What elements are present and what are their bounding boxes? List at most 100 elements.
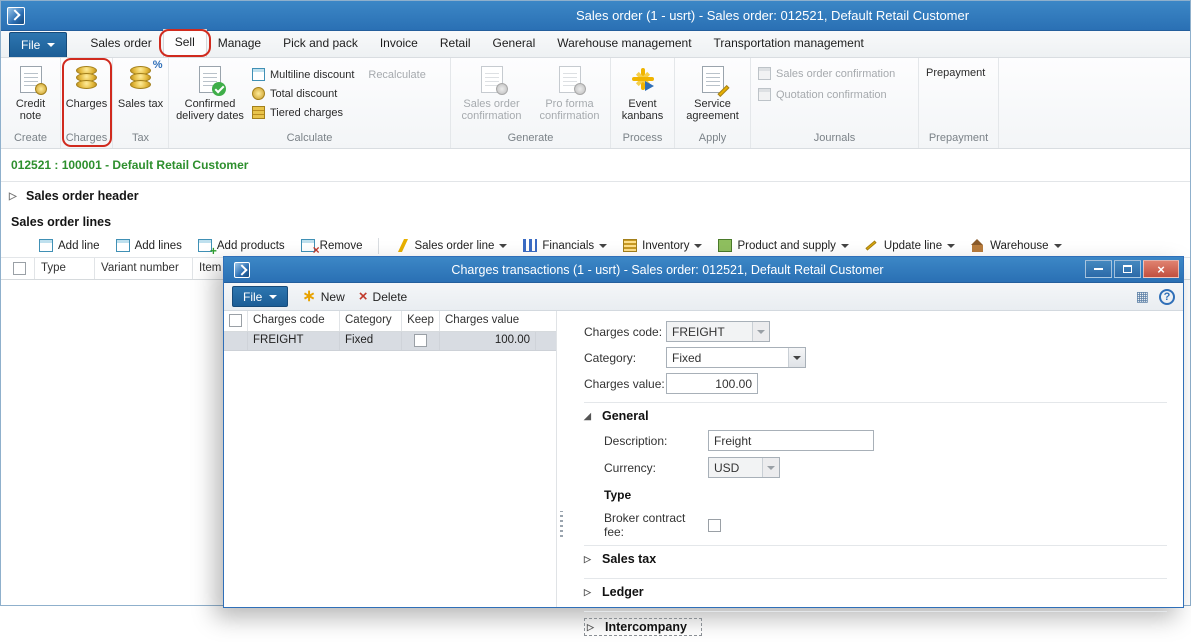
sales-order-line-menu[interactable]: Sales order line	[395, 239, 507, 252]
confirmed-delivery-dates-button[interactable]: Confirmed delivery dates	[172, 61, 248, 122]
expand-icon[interactable]: ▷	[587, 622, 598, 633]
column-category[interactable]: Category	[340, 311, 402, 331]
select-all-checkbox[interactable]	[13, 262, 26, 275]
event-kanbans-label: Event kanbans	[614, 98, 671, 122]
tab-sell[interactable]: Sell	[163, 29, 207, 57]
chevron-down-icon	[841, 244, 849, 252]
financials-icon	[523, 239, 537, 252]
charges-code-combo[interactable]: FREIGHT	[666, 321, 770, 342]
charges-code-value: FREIGHT	[667, 322, 752, 341]
expand-icon[interactable]: ▷	[9, 191, 19, 202]
ribbon-group-tax: % Sales tax Tax	[113, 58, 169, 148]
recalculate-button[interactable]: Recalculate	[368, 69, 425, 81]
product-and-supply-menu[interactable]: Product and supply	[718, 239, 848, 252]
new-button[interactable]: ∗ New	[302, 290, 344, 304]
expand-icon[interactable]: ▷	[584, 554, 595, 565]
update-line-menu[interactable]: Update line	[865, 239, 955, 252]
inventory-menu[interactable]: Inventory	[623, 239, 702, 252]
tab-invoice[interactable]: Invoice	[369, 31, 429, 57]
pro-forma-confirmation-button[interactable]: Pro forma confirmation	[534, 61, 606, 122]
collapse-icon[interactable]: ◢	[584, 411, 595, 422]
service-agreement-button[interactable]: Service agreement	[680, 61, 746, 122]
grid-select-all-checkbox[interactable]	[229, 314, 242, 327]
expand-icon[interactable]: ▷	[584, 587, 595, 598]
add-lines-button[interactable]: Add lines	[116, 239, 182, 252]
help-icon[interactable]: ?	[1159, 289, 1175, 305]
broker-contract-fee-checkbox[interactable]	[708, 519, 721, 532]
add-line-label: Add line	[58, 240, 100, 252]
charges-grid-row[interactable]: FREIGHT Fixed 100.00	[224, 332, 556, 351]
add-lines-icon	[116, 239, 130, 252]
ribbon-group-process: Event kanbans Process	[611, 58, 675, 148]
charges-value-input[interactable]: 100.00	[666, 373, 758, 394]
intercompany-section-title: Intercompany	[605, 620, 687, 634]
description-input[interactable]: Freight	[708, 430, 874, 451]
column-charges-code[interactable]: Charges code	[248, 311, 340, 331]
category-dropdown-button[interactable]	[788, 348, 805, 367]
section-intercompany[interactable]: ▷ Intercompany	[584, 611, 1167, 642]
tab-general[interactable]: General	[482, 31, 547, 57]
charges-coins-icon	[74, 65, 100, 93]
file-menu-button[interactable]: File	[9, 32, 67, 57]
section-sales-tax[interactable]: ▷ Sales tax	[584, 545, 1167, 572]
category-combo[interactable]: Fixed	[666, 347, 806, 368]
keep-checkbox[interactable]	[414, 334, 427, 347]
add-line-button[interactable]: Add line	[39, 239, 100, 252]
financials-menu[interactable]: Financials	[523, 239, 607, 252]
tab-manage[interactable]: Manage	[207, 31, 272, 57]
sales-order-confirmation-button[interactable]: Sales order confirmation	[456, 61, 528, 122]
dialog-title: Charges transactions (1 - usrt) - Sales …	[256, 263, 1079, 277]
charges-code-dropdown-button[interactable]	[752, 322, 769, 341]
section-ledger[interactable]: ▷ Ledger	[584, 578, 1167, 605]
ribbon-group-generate: Sales order confirmation Pro forma confi…	[451, 58, 611, 148]
category-value: Fixed	[667, 348, 788, 367]
multiline-discount-button[interactable]: Multiline discount	[252, 68, 354, 81]
ribbon-group-charges: Charges Charges	[61, 58, 113, 148]
delete-button[interactable]: × Delete	[359, 290, 407, 304]
tab-retail[interactable]: Retail	[429, 31, 482, 57]
layout-icon[interactable]: ▦	[1136, 288, 1149, 305]
column-keep[interactable]: Keep	[402, 311, 440, 331]
chevron-down-icon	[767, 466, 775, 474]
tiered-charges-button[interactable]: Tiered charges	[252, 106, 426, 119]
group-caption-create: Create	[1, 131, 60, 148]
section-general-header[interactable]: ◢ General	[584, 409, 1167, 423]
tab-warehouse-management[interactable]: Warehouse management	[546, 31, 702, 57]
sales-order-header-section[interactable]: ▷ Sales order header	[1, 184, 1190, 208]
chevron-down-icon	[757, 330, 765, 338]
dialog-file-menu-button[interactable]: File	[232, 286, 288, 307]
journal-sales-order-confirmation-button[interactable]: Sales order confirmation	[758, 67, 895, 80]
warehouse-menu[interactable]: Warehouse	[971, 239, 1061, 252]
credit-note-button[interactable]: Credit note	[4, 61, 57, 122]
currency-combo[interactable]: USD	[708, 457, 780, 478]
charges-button[interactable]: Charges	[64, 61, 109, 110]
charges-grid: Charges code Category Keep Charges value…	[224, 311, 556, 607]
sales-order-line-icon	[395, 239, 409, 252]
event-kanbans-button[interactable]: Event kanbans	[614, 61, 671, 122]
warehouse-icon	[971, 239, 985, 252]
pane-splitter[interactable]	[556, 311, 566, 607]
close-button[interactable]: ×	[1143, 260, 1179, 278]
add-products-button[interactable]: + Add products	[198, 239, 285, 252]
minimize-button[interactable]	[1085, 260, 1112, 278]
journal-quotation-confirmation-button[interactable]: Quotation confirmation	[758, 88, 895, 101]
credit-note-label: Credit note	[4, 98, 57, 122]
tab-transportation-management[interactable]: Transportation management	[703, 31, 875, 57]
remove-button[interactable]: × Remove	[301, 239, 363, 252]
ribbon: Credit note Create Charges Charges % Sal…	[1, 58, 1190, 149]
prepayment-button[interactable]: Prepayment	[926, 67, 985, 79]
column-charges-value[interactable]: Charges value	[440, 311, 536, 331]
currency-dropdown-button[interactable]	[762, 458, 779, 477]
total-discount-button[interactable]: Total discount	[252, 87, 426, 100]
column-type[interactable]: Type	[35, 258, 95, 279]
chevron-down-icon	[694, 244, 702, 252]
charges-value-label: Charges value:	[584, 377, 666, 391]
tab-sales-order[interactable]: Sales order	[79, 31, 162, 57]
tab-pick-and-pack[interactable]: Pick and pack	[272, 31, 369, 57]
sales-tax-button[interactable]: % Sales tax	[116, 61, 165, 110]
maximize-button[interactable]	[1114, 260, 1141, 278]
confirmed-delivery-dates-icon	[199, 66, 221, 93]
general-title: General	[602, 409, 649, 423]
column-variant-number[interactable]: Variant number	[95, 258, 193, 279]
add-line-icon	[39, 239, 53, 252]
